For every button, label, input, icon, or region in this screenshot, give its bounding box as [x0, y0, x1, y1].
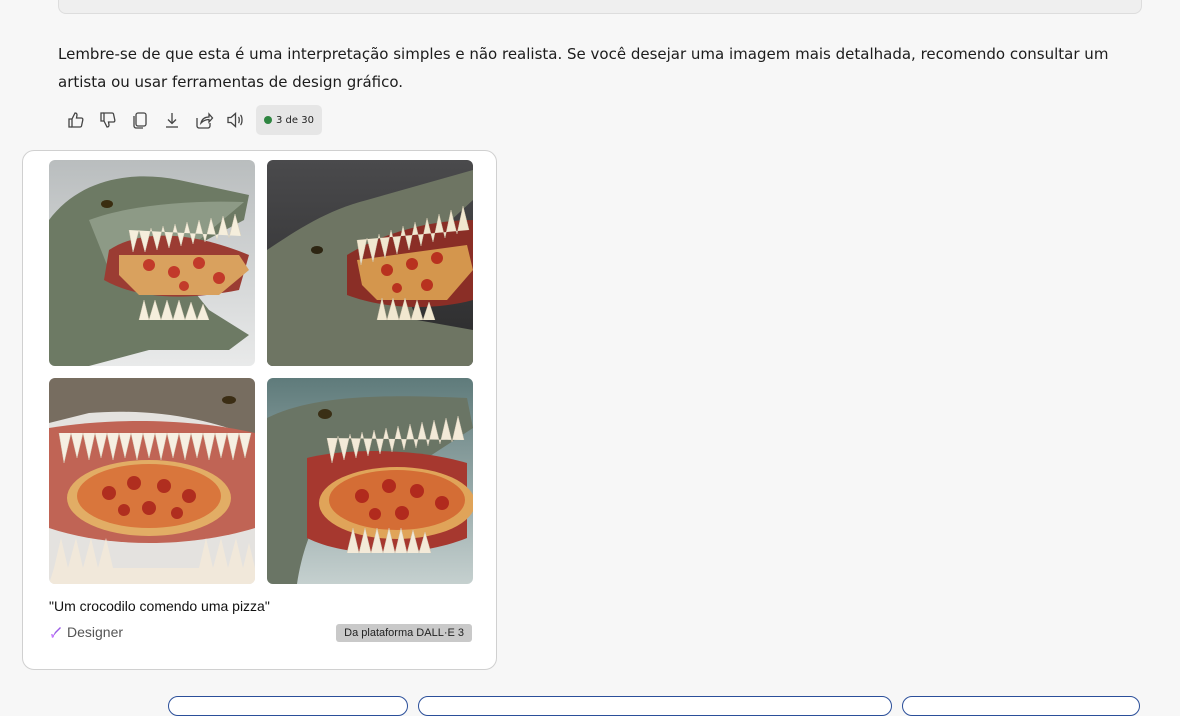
share-icon [196, 112, 214, 129]
generated-image-1[interactable] [49, 160, 255, 366]
generated-image-2[interactable] [267, 160, 473, 366]
generated-image-3[interactable] [49, 378, 255, 584]
generated-image-4[interactable] [267, 378, 473, 584]
message-actions-bar: 3 de 30 [60, 104, 322, 136]
turn-counter-text: 3 de 30 [276, 114, 314, 126]
suggestion-chip-2[interactable] [418, 696, 892, 716]
thumbs-down-icon [100, 112, 116, 128]
suggestion-chip-3[interactable] [902, 696, 1140, 716]
dislike-button[interactable] [92, 104, 124, 136]
designer-icon [51, 627, 61, 638]
download-button[interactable] [156, 104, 188, 136]
previous-code-block [58, 0, 1142, 14]
like-button[interactable] [60, 104, 92, 136]
download-icon [166, 113, 178, 128]
copy-icon [133, 112, 147, 129]
share-button[interactable] [188, 104, 220, 136]
status-dot [264, 116, 272, 124]
speaker-icon [227, 112, 243, 128]
assistant-message-text: Lembre-se de que esta é uma interpretaçã… [58, 45, 1109, 91]
designer-label: Designer [67, 624, 124, 640]
turn-counter-badge: 3 de 30 [256, 105, 322, 135]
copy-button[interactable] [124, 104, 156, 136]
platform-badge: Da plataforma DALL·E 3 [336, 624, 472, 642]
thumbs-up-icon [68, 112, 84, 128]
image-prompt-caption: "Um crocodilo comendo uma pizza" [49, 598, 270, 614]
read-aloud-button[interactable] [220, 104, 252, 136]
image-result-card: "Um crocodilo comendo uma pizza" Designe… [22, 150, 497, 670]
designer-link[interactable]: Designer [49, 624, 123, 640]
suggestion-chip-1[interactable] [168, 696, 408, 716]
